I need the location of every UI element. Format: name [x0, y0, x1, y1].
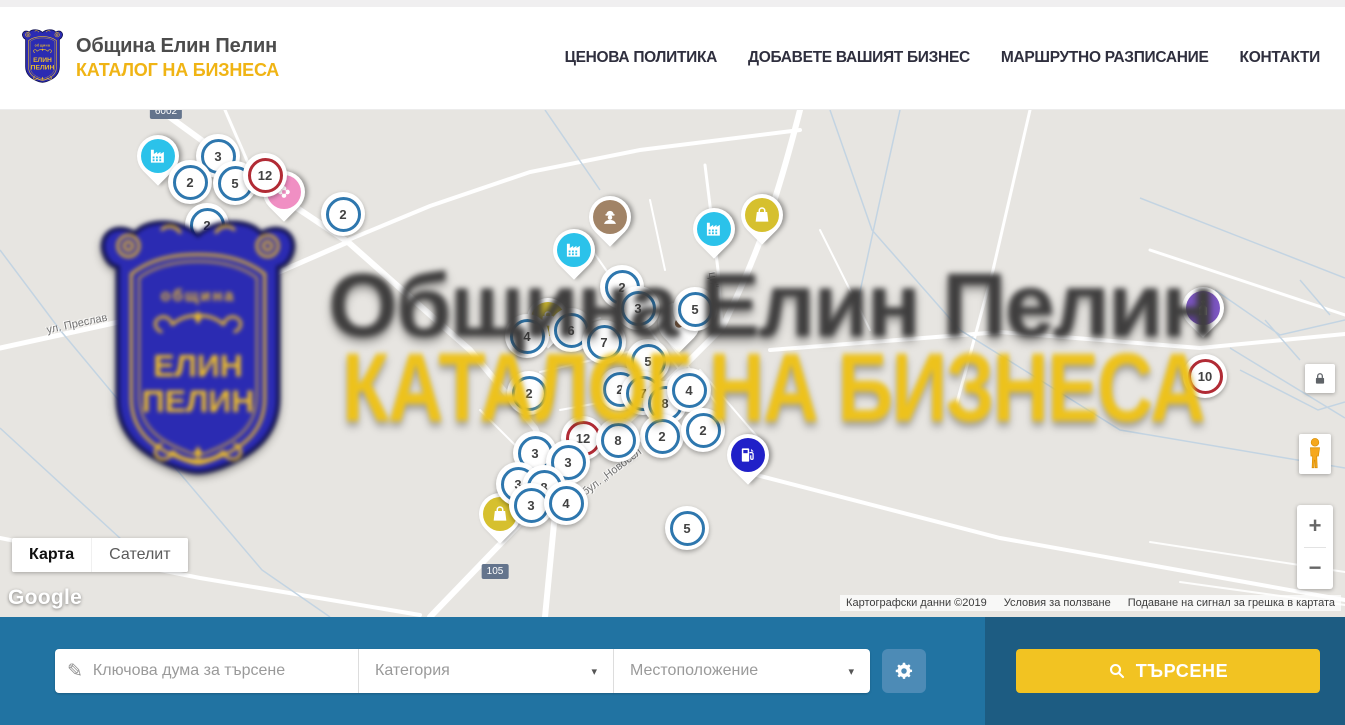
cluster-count: 12	[248, 158, 283, 193]
cluster-marker[interactable]: 8	[596, 418, 640, 462]
location-select[interactable]: Местоположение ▾	[613, 649, 870, 693]
nav-item-2[interactable]: ДОБАВЕТЕ ВАШИЯТ БИЗНЕС	[748, 49, 970, 67]
cluster-marker[interactable]: 2	[185, 203, 229, 247]
attribution-link[interactable]: Условия за ползване	[1004, 597, 1111, 609]
site-title: Община Елин Пелин	[76, 35, 279, 58]
cluster-marker[interactable]: 5	[673, 287, 717, 331]
map-type-control: Карта Сателит	[12, 538, 188, 572]
lock-button[interactable]	[1305, 364, 1335, 393]
keyword-field: ✎	[55, 649, 358, 693]
cluster-marker[interactable]: 5	[665, 506, 709, 550]
search-button-label: ТЪРСЕНЕ	[1136, 661, 1228, 682]
factory-pin[interactable]	[553, 229, 595, 271]
site-subtitle: КАТАЛОГ НА БИЗНЕСА	[76, 60, 279, 81]
cluster-count: 4	[510, 319, 545, 354]
main-nav: ЦЕНОВА ПОЛИТИКА ДОБАВЕТЕ ВАШИЯТ БИЗНЕС МАР…	[565, 49, 1320, 67]
church-pin[interactable]	[1182, 287, 1224, 329]
road-number-label: 105	[482, 564, 509, 579]
gear-icon	[893, 660, 915, 682]
cluster-marker[interactable]: 2	[681, 408, 725, 452]
attribution-text: Картографски данни ©2019	[846, 597, 987, 609]
zoom-in-button[interactable]: +	[1297, 505, 1333, 547]
cluster-count: 4	[549, 486, 584, 521]
keyword-input[interactable]	[93, 662, 346, 680]
category-value: Категория	[375, 662, 450, 680]
cluster-marker[interactable]: 2	[168, 160, 212, 204]
pegman-icon	[1305, 437, 1325, 471]
fuel-icon	[731, 438, 765, 472]
street-view-button[interactable]	[1299, 434, 1331, 474]
cluster-marker[interactable]: 12	[243, 153, 287, 197]
nav-item-1[interactable]: ЦЕНОВА ПОЛИТИКА	[565, 49, 717, 67]
cluster-count: 7	[587, 325, 622, 360]
municipality-logo: община ЕЛИНПЕЛИН	[19, 28, 66, 89]
street-name-label: ци“	[706, 271, 721, 289]
google-logo[interactable]: Google	[8, 586, 82, 610]
category-select[interactable]: Категория ▾	[358, 649, 613, 693]
zoom-out-button[interactable]: −	[1297, 548, 1333, 590]
svg-text:община: община	[35, 43, 51, 47]
cluster-count: 2	[686, 413, 721, 448]
settings-button[interactable]	[882, 649, 926, 693]
header: община ЕЛИНПЕЛИН Община Елин Пелин КАТАЛО…	[0, 7, 1345, 110]
lock-icon	[1313, 372, 1327, 386]
nav-item-4[interactable]: КОНТАКТИ	[1240, 49, 1320, 67]
zoom-control: + −	[1297, 505, 1333, 589]
chevron-down-icon: ▾	[848, 665, 854, 678]
map-type-map-button[interactable]: Карта	[12, 538, 91, 572]
search-button[interactable]: ТЪРСЕНЕ	[1016, 649, 1320, 693]
cluster-marker[interactable]: 7	[582, 320, 626, 364]
nav-item-3[interactable]: МАРШРУТНО РАЗПИСАНИЕ	[1001, 49, 1209, 67]
road-number-label: 6002	[150, 110, 182, 119]
church-icon	[1186, 291, 1220, 325]
search-fields: ✎ Категория ▾ Местоположение ▾	[55, 649, 870, 693]
attribution-link[interactable]: Подаване на сигнал за грешка в картата	[1128, 597, 1335, 609]
cluster-count: 10	[1188, 359, 1223, 394]
cluster-count: 4	[672, 373, 707, 408]
map-attribution: Картографски данни ©2019 Условия за ползв…	[840, 595, 1341, 611]
brand[interactable]: община ЕЛИНПЕЛИН Община Елин Пелин КАТАЛО…	[19, 28, 279, 89]
worker-icon	[593, 200, 627, 234]
top-strip	[0, 0, 1345, 7]
cluster-count: 2	[645, 419, 680, 454]
brand-text: Община Елин Пелин КАТАЛОГ НА БИЗНЕСА	[76, 35, 279, 81]
bag-pin[interactable]	[741, 194, 783, 236]
cluster-marker[interactable]: 2	[507, 371, 551, 415]
cluster-marker[interactable]: 4	[505, 314, 549, 358]
svg-text:ПЕЛИН: ПЕЛИН	[31, 64, 55, 71]
pencil-icon: ✎	[67, 660, 83, 683]
map-canvas[interactable]: 6002105 ул. Преславбул. „Новоселци“ 3251…	[0, 110, 1345, 617]
cluster-count: 3	[621, 291, 656, 326]
factory-icon	[557, 233, 591, 267]
cluster-marker[interactable]: 4	[667, 368, 711, 412]
chevron-down-icon: ▾	[591, 665, 597, 678]
cluster-marker[interactable]: 10	[1183, 354, 1227, 398]
factory-icon	[697, 212, 731, 246]
search-bar: ✎ Категория ▾ Местоположение ▾ ТЪРСЕНЕ	[0, 617, 1345, 725]
cluster-count: 2	[512, 376, 547, 411]
bag-icon	[745, 198, 779, 232]
cluster-count: 5	[670, 511, 705, 546]
location-value: Местоположение	[630, 662, 758, 680]
cluster-count: 2	[326, 197, 361, 232]
cluster-marker[interactable]: 2	[321, 192, 365, 236]
fuel-pin[interactable]	[727, 434, 769, 476]
search-icon	[1108, 662, 1126, 680]
cluster-marker[interactable]: 2	[640, 414, 684, 458]
cluster-count: 8	[601, 423, 636, 458]
cluster-count: 5	[678, 292, 713, 327]
cluster-count: 2	[190, 208, 225, 243]
svg-text:ЕЛИН: ЕЛИН	[33, 57, 52, 64]
cluster-marker[interactable]: 4	[544, 481, 588, 525]
cluster-count: 2	[173, 165, 208, 200]
worker-pin[interactable]	[589, 196, 631, 238]
cluster-marker[interactable]: 3	[616, 286, 660, 330]
map-type-satellite-button[interactable]: Сателит	[91, 538, 187, 572]
factory-pin[interactable]	[693, 208, 735, 250]
factory-icon	[141, 139, 175, 173]
